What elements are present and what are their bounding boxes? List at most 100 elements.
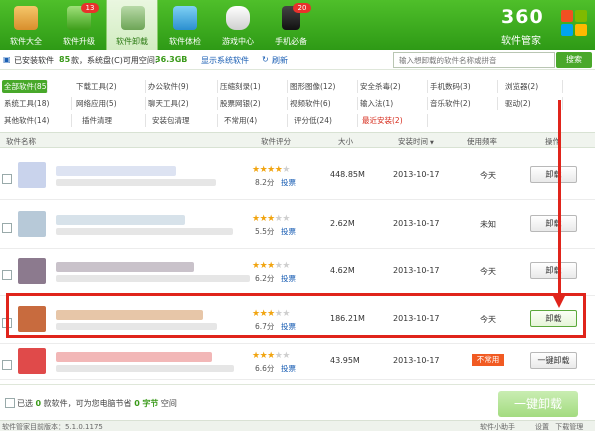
bottom-bar: 已选 0 款软件，可为您电脑节省 0 字节 空间 一键卸载 [0,384,595,420]
trash-can-icon [121,6,145,30]
tab-label: 软件升级 [63,37,95,46]
category-drivers[interactable]: 驱动(2) [503,97,563,110]
category-system-tools[interactable]: 系统工具(18) [2,97,72,110]
rating-score: 6.2分 [255,274,275,283]
app-name-blurred [56,166,176,176]
rating-stars: ★★★★★ [252,261,304,271]
installed-label: 已安装软件 [14,56,54,65]
tab-software-checkup[interactable]: 软件体检 [159,0,211,50]
windows-style-logo-icon [561,10,587,36]
tab-label: 游戏中心 [222,37,254,46]
status-bar: 软件管家目前版本：5.1.0.1175 软件小助手 设置 下载管理 [0,420,595,431]
vote-link[interactable]: 投票 [281,273,296,284]
refresh-icon[interactable]: ↻ [262,55,269,64]
column-software-name[interactable]: 软件名称 [6,136,36,147]
app-description-blurred [56,275,250,282]
search-input[interactable] [393,52,555,68]
tab-game-center[interactable]: 游戏中心 [212,0,264,50]
category-recently-installed[interactable]: 最近安装(2) [360,114,428,127]
select-all-checkbox[interactable] [5,398,15,408]
size-value: 448.85M [330,170,365,179]
vote-link[interactable]: 投票 [281,363,296,374]
settings-label: 设置 [535,423,549,431]
tab-software-upgrade[interactable]: 13 软件升级 [53,0,105,50]
table-row[interactable]: ★★★★★ 6.2分 投票 4.62M 2013-10-17 今天 卸载 [0,248,595,296]
category-security[interactable]: 安全杀毒(2) [358,80,428,93]
star-icon: ★ [252,165,260,175]
row-checkbox[interactable] [2,174,12,184]
row-checkbox[interactable] [2,223,12,233]
tab-software-uninstall[interactable]: 软件卸载 [106,0,158,50]
vote-link[interactable]: 投票 [281,177,296,188]
rating-score: 5.5分 [255,227,275,236]
annotation-arrow-head-icon [553,296,565,308]
row-checkbox[interactable] [2,360,12,370]
category-other[interactable]: 其他软件(14) [2,114,72,127]
settings-link[interactable]: 设置 下载管理 [535,422,583,431]
highlight-box [6,293,586,338]
vote-link[interactable]: 投票 [281,226,296,237]
app-icon [18,162,46,188]
category-download-tools[interactable]: 下载工具(2) [74,80,146,93]
uninstall-button[interactable]: 卸载 [530,215,577,232]
brand-name: 软件管家 [501,36,541,47]
category-low-rating[interactable]: 评分低(24) [292,114,358,127]
star-icon: ★ [282,165,290,175]
download-manager-label: 下载管理 [555,423,584,431]
table-row[interactable]: ★★★★★ 6.6分 投票 43.95M 2013-10-17 不常用 一键卸载 [0,344,595,380]
category-network[interactable]: 网络应用(5) [74,97,146,110]
show-system-software-link[interactable]: 显示系统软件 [201,55,249,66]
category-office[interactable]: 办公软件(9) [146,80,218,93]
category-input-method[interactable]: 输入法(1) [358,97,428,110]
tab-mobile-essentials[interactable]: 20 手机必备 [265,0,317,50]
tab-label: 软件大全 [10,37,42,46]
star-icon: ★ [252,214,260,224]
saved-value: 0 [134,399,140,408]
one-click-uninstall-button[interactable]: 一键卸载 [498,391,578,417]
upgrade-count-badge: 13 [81,3,99,13]
install-date: 2013-10-17 [393,219,440,228]
column-rating[interactable]: 软件评分 [261,136,291,147]
uninstall-button[interactable]: 一键卸载 [530,352,577,369]
tab-software-catalog[interactable]: 软件大全 [0,0,52,50]
star-icon: ★ [267,351,275,361]
table-row[interactable]: ★★★★★ 8.2分 投票 448.85M 2013-10-17 今天 卸载 [0,152,595,200]
category-mobile-digital[interactable]: 手机数码(3) [428,80,498,93]
install-date: 2013-10-17 [393,170,440,179]
table-row[interactable]: ★★★★★ 5.5分 投票 2.62M 2013-10-17 未知 卸载 [0,201,595,249]
column-install-date[interactable]: 安装时间 [398,136,434,147]
tab-label: 软件卸载 [116,37,148,46]
app-description-blurred [56,179,216,186]
software-helper-link[interactable]: 软件小助手 [480,422,515,431]
row-checkbox[interactable] [2,270,12,280]
column-size[interactable]: 大小 [338,136,353,147]
free-space-value: 36.3GB [155,55,188,64]
rating-stars: ★★★★★ [252,351,304,361]
selection-summary: 已选 0 款软件，可为您电脑节省 0 字节 空间 [17,398,177,409]
plugin-cleanup-link[interactable]: 插件清理 [80,114,146,127]
category-rarely-used[interactable]: 不常用(4) [222,114,288,127]
refresh-link[interactable]: 刷新 [272,55,288,66]
category-stock-banking[interactable]: 股票网银(2) [218,97,288,110]
category-music[interactable]: 音乐软件(2) [428,97,498,110]
rating-score: 6.6分 [255,364,275,373]
rating-score: 8.2分 [255,178,275,187]
category-chat[interactable]: 聊天工具(2) [146,97,218,110]
installer-cleanup-link[interactable]: 安装包清理 [150,114,218,127]
category-compress-burn[interactable]: 压缩刻录(1) [218,80,288,93]
uninstall-button[interactable]: 卸载 [530,166,577,183]
usage-frequency: 未知 [480,220,496,229]
selected-prefix: 已选 [17,399,33,408]
software-manager-window: 软件大全 13 软件升级 软件卸载 软件体检 游戏中心 20 手机必备 360 … [0,0,595,431]
category-video[interactable]: 视频软件(6) [288,97,358,110]
uninstall-button[interactable]: 卸载 [530,262,577,279]
brand-number: 360 [501,6,544,28]
category-all[interactable]: 全部软件(85) [2,80,49,93]
category-graphics[interactable]: 图形图像(12) [288,80,358,93]
computer-icon: ▣ [3,55,11,64]
column-usage-frequency[interactable]: 使用频率 [467,136,497,147]
category-browser[interactable]: 浏览器(2) [503,80,563,93]
installed-count: 85 [59,55,71,64]
star-icon: ★ [252,351,260,361]
search-button[interactable]: 搜索 [556,52,592,68]
